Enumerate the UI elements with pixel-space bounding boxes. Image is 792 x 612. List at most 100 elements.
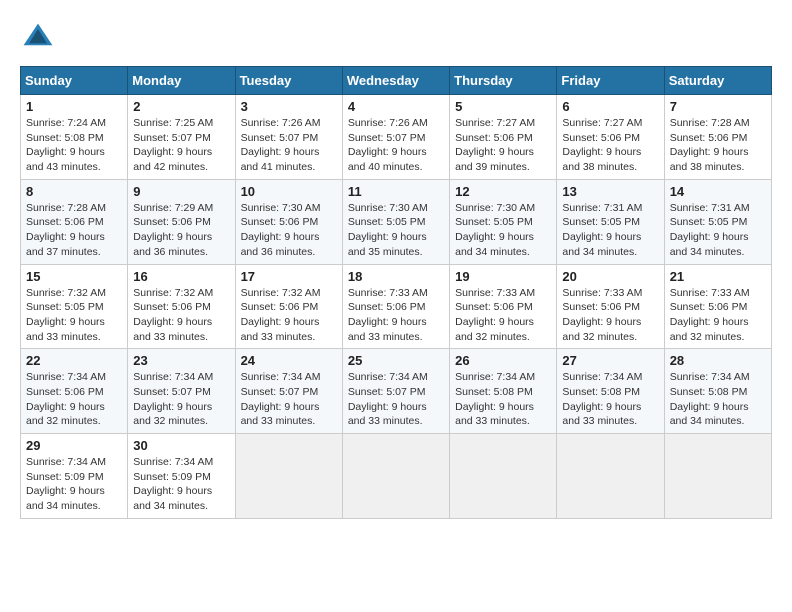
day-number: 10	[241, 184, 337, 199]
calendar-cell: 18 Sunrise: 7:33 AMSunset: 5:06 PMDayligh…	[342, 264, 449, 349]
calendar-header-wednesday: Wednesday	[342, 67, 449, 95]
calendar-cell: 23 Sunrise: 7:34 AMSunset: 5:07 PMDayligh…	[128, 349, 235, 434]
day-info: Sunrise: 7:31 AMSunset: 5:05 PMDaylight:…	[562, 201, 658, 260]
day-number: 21	[670, 269, 766, 284]
day-number: 30	[133, 438, 229, 453]
calendar-cell	[450, 434, 557, 519]
calendar-cell: 3 Sunrise: 7:26 AMSunset: 5:07 PMDaylight…	[235, 95, 342, 180]
day-number: 28	[670, 353, 766, 368]
calendar-cell	[557, 434, 664, 519]
day-number: 5	[455, 99, 551, 114]
calendar-cell: 10 Sunrise: 7:30 AMSunset: 5:06 PMDayligh…	[235, 179, 342, 264]
calendar-cell: 9 Sunrise: 7:29 AMSunset: 5:06 PMDaylight…	[128, 179, 235, 264]
calendar-cell	[664, 434, 771, 519]
calendar-header-monday: Monday	[128, 67, 235, 95]
logo	[20, 20, 62, 56]
calendar-table: SundayMondayTuesdayWednesdayThursdayFrid…	[20, 66, 772, 519]
day-info: Sunrise: 7:26 AMSunset: 5:07 PMDaylight:…	[241, 116, 337, 175]
calendar-cell: 24 Sunrise: 7:34 AMSunset: 5:07 PMDayligh…	[235, 349, 342, 434]
calendar-header-tuesday: Tuesday	[235, 67, 342, 95]
day-info: Sunrise: 7:28 AMSunset: 5:06 PMDaylight:…	[26, 201, 122, 260]
day-number: 13	[562, 184, 658, 199]
calendar-cell: 19 Sunrise: 7:33 AMSunset: 5:06 PMDayligh…	[450, 264, 557, 349]
day-number: 7	[670, 99, 766, 114]
calendar-cell: 29 Sunrise: 7:34 AMSunset: 5:09 PMDayligh…	[21, 434, 128, 519]
day-number: 3	[241, 99, 337, 114]
calendar-cell	[342, 434, 449, 519]
day-number: 15	[26, 269, 122, 284]
day-number: 29	[26, 438, 122, 453]
day-number: 17	[241, 269, 337, 284]
day-number: 26	[455, 353, 551, 368]
calendar-cell	[235, 434, 342, 519]
day-info: Sunrise: 7:34 AMSunset: 5:07 PMDaylight:…	[133, 370, 229, 429]
calendar-cell: 5 Sunrise: 7:27 AMSunset: 5:06 PMDaylight…	[450, 95, 557, 180]
day-info: Sunrise: 7:30 AMSunset: 5:06 PMDaylight:…	[241, 201, 337, 260]
calendar-header-sunday: Sunday	[21, 67, 128, 95]
day-info: Sunrise: 7:27 AMSunset: 5:06 PMDaylight:…	[455, 116, 551, 175]
calendar-cell: 2 Sunrise: 7:25 AMSunset: 5:07 PMDaylight…	[128, 95, 235, 180]
day-number: 23	[133, 353, 229, 368]
day-info: Sunrise: 7:33 AMSunset: 5:06 PMDaylight:…	[670, 286, 766, 345]
day-number: 11	[348, 184, 444, 199]
day-number: 8	[26, 184, 122, 199]
day-number: 14	[670, 184, 766, 199]
day-info: Sunrise: 7:27 AMSunset: 5:06 PMDaylight:…	[562, 116, 658, 175]
day-number: 27	[562, 353, 658, 368]
day-info: Sunrise: 7:34 AMSunset: 5:06 PMDaylight:…	[26, 370, 122, 429]
day-number: 2	[133, 99, 229, 114]
day-number: 24	[241, 353, 337, 368]
day-info: Sunrise: 7:34 AMSunset: 5:07 PMDaylight:…	[241, 370, 337, 429]
calendar-cell: 20 Sunrise: 7:33 AMSunset: 5:06 PMDayligh…	[557, 264, 664, 349]
calendar-cell: 12 Sunrise: 7:30 AMSunset: 5:05 PMDayligh…	[450, 179, 557, 264]
calendar-week-row: 1 Sunrise: 7:24 AMSunset: 5:08 PMDaylight…	[21, 95, 772, 180]
calendar-week-row: 15 Sunrise: 7:32 AMSunset: 5:05 PMDayligh…	[21, 264, 772, 349]
calendar-cell: 28 Sunrise: 7:34 AMSunset: 5:08 PMDayligh…	[664, 349, 771, 434]
day-number: 20	[562, 269, 658, 284]
day-number: 25	[348, 353, 444, 368]
calendar-cell: 4Sunrise: 7:26 AMSunset: 5:07 PMDaylight…	[342, 95, 449, 180]
calendar-cell: 17Sunrise: 7:32 AMSunset: 5:06 PMDayligh…	[235, 264, 342, 349]
calendar-week-row: 29 Sunrise: 7:34 AMSunset: 5:09 PMDayligh…	[21, 434, 772, 519]
day-info: Sunrise: 7:30 AMSunset: 5:05 PMDaylight:…	[455, 201, 551, 260]
day-info: Sunrise: 7:31 AMSunset: 5:05 PMDaylight:…	[670, 201, 766, 260]
day-number: 18	[348, 269, 444, 284]
calendar-cell: 7 Sunrise: 7:28 AMSunset: 5:06 PMDaylight…	[664, 95, 771, 180]
day-info: Sunrise: 7:32 AMSunset: 5:05 PMDaylight:…	[26, 286, 122, 345]
day-info: Sunrise: 7:34 AMSunset: 5:08 PMDaylight:…	[562, 370, 658, 429]
day-number: 19	[455, 269, 551, 284]
calendar-cell: 15 Sunrise: 7:32 AMSunset: 5:05 PMDayligh…	[21, 264, 128, 349]
header	[20, 20, 772, 56]
day-info: Sunrise: 7:24 AMSunset: 5:08 PMDaylight:…	[26, 116, 122, 175]
calendar-header-saturday: Saturday	[664, 67, 771, 95]
day-info: Sunrise: 7:34 AMSunset: 5:09 PMDaylight:…	[26, 455, 122, 514]
calendar-cell: 11Sunrise: 7:30 AMSunset: 5:05 PMDayligh…	[342, 179, 449, 264]
day-info: Sunrise: 7:34 AMSunset: 5:08 PMDaylight:…	[455, 370, 551, 429]
day-number: 6	[562, 99, 658, 114]
day-info: Sunrise: 7:32 AMSunset: 5:06 PMDaylight:…	[133, 286, 229, 345]
day-info: Sunrise: 7:34 AMSunset: 5:07 PMDaylight:…	[348, 370, 444, 429]
calendar-cell: 27 Sunrise: 7:34 AMSunset: 5:08 PMDayligh…	[557, 349, 664, 434]
calendar-cell: 13 Sunrise: 7:31 AMSunset: 5:05 PMDayligh…	[557, 179, 664, 264]
day-info: Sunrise: 7:33 AMSunset: 5:06 PMDaylight:…	[455, 286, 551, 345]
calendar-header-thursday: Thursday	[450, 67, 557, 95]
day-number: 1	[26, 99, 122, 114]
day-info: Sunrise: 7:33 AMSunset: 5:06 PMDaylight:…	[348, 286, 444, 345]
day-number: 4	[348, 99, 444, 114]
day-number: 16	[133, 269, 229, 284]
day-info: Sunrise: 7:25 AMSunset: 5:07 PMDaylight:…	[133, 116, 229, 175]
calendar-cell: 25 Sunrise: 7:34 AMSunset: 5:07 PMDayligh…	[342, 349, 449, 434]
day-info: Sunrise: 7:34 AMSunset: 5:08 PMDaylight:…	[670, 370, 766, 429]
calendar-cell: 26 Sunrise: 7:34 AMSunset: 5:08 PMDayligh…	[450, 349, 557, 434]
calendar-header-row: SundayMondayTuesdayWednesdayThursdayFrid…	[21, 67, 772, 95]
calendar-cell: 21 Sunrise: 7:33 AMSunset: 5:06 PMDayligh…	[664, 264, 771, 349]
day-info: Sunrise: 7:33 AMSunset: 5:06 PMDaylight:…	[562, 286, 658, 345]
calendar-cell: 8 Sunrise: 7:28 AMSunset: 5:06 PMDaylight…	[21, 179, 128, 264]
day-number: 9	[133, 184, 229, 199]
day-info: Sunrise: 7:29 AMSunset: 5:06 PMDaylight:…	[133, 201, 229, 260]
calendar-cell: 30Sunrise: 7:34 AMSunset: 5:09 PMDayligh…	[128, 434, 235, 519]
day-number: 12	[455, 184, 551, 199]
day-info: Sunrise: 7:28 AMSunset: 5:06 PMDaylight:…	[670, 116, 766, 175]
calendar-week-row: 8 Sunrise: 7:28 AMSunset: 5:06 PMDaylight…	[21, 179, 772, 264]
calendar-week-row: 22Sunrise: 7:34 AMSunset: 5:06 PMDayligh…	[21, 349, 772, 434]
